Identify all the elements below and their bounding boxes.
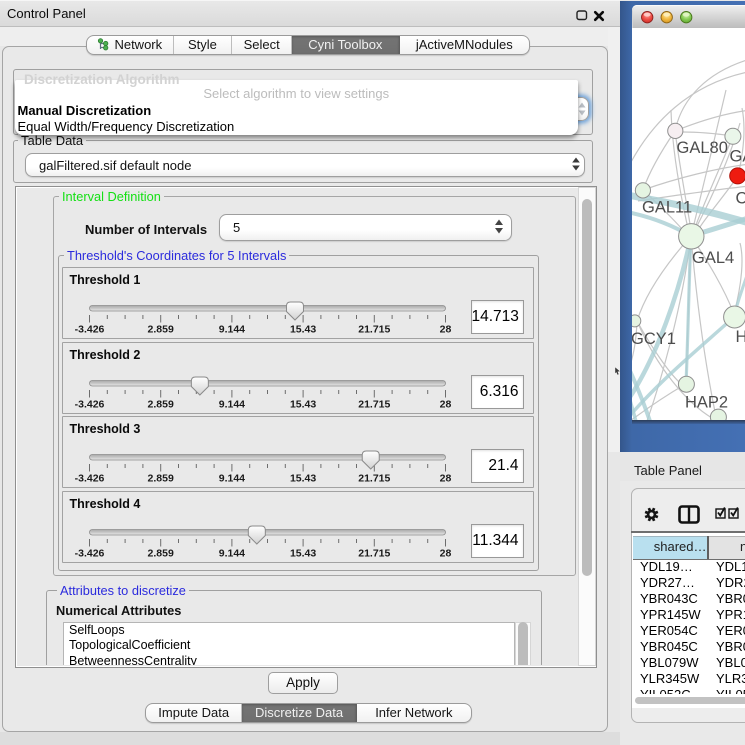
svg-text:GAL4: GAL4 — [692, 249, 734, 267]
svg-text:GAL80: GAL80 — [676, 139, 727, 157]
svg-text:GAL1: GAL1 — [729, 148, 745, 166]
svg-text:GAL11: GAL11 — [642, 199, 692, 217]
svg-text:HIS: HIS — [735, 328, 745, 346]
svg-text:CD: CD — [735, 190, 745, 208]
svg-text:GCY1: GCY1 — [632, 330, 676, 348]
svg-text:HAP2: HAP2 — [685, 394, 728, 412]
